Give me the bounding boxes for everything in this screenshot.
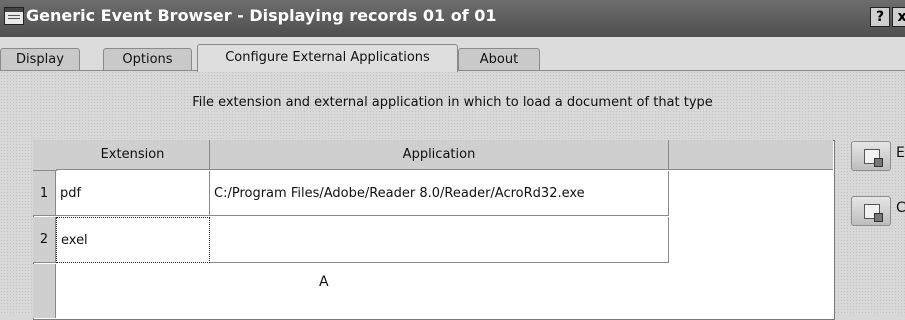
extension-cell[interactable]: pdf [56,171,210,216]
extension-cell[interactable]: exel [56,217,210,263]
column-header-application[interactable]: Application [210,140,669,170]
close-button[interactable]: x [892,7,905,27]
annotation-label: A [319,274,329,290]
tab-about[interactable]: About [458,48,540,71]
application-cell[interactable] [210,217,669,263]
edit-button[interactable] [851,141,891,171]
application-cell[interactable]: C:/Program Files/Adobe/Reader 8.0/Reader… [210,171,669,216]
help-button[interactable]: ? [870,7,890,27]
tab-configure-external-applications[interactable]: Configure External Applications [197,44,458,72]
column-header-extension[interactable]: Extension [56,140,210,170]
column-header-filler [669,140,833,170]
clear-icon [864,204,883,222]
edit-button-label: E [896,145,905,161]
panel-description: File extension and external application … [192,95,713,110]
edit-icon [864,149,883,167]
window-title: Generic Event Browser - Displaying recor… [26,6,497,25]
row-number[interactable]: 1 [33,171,56,216]
app-icon [4,7,24,25]
clear-button[interactable] [851,196,891,226]
clear-button-label: C [896,200,905,216]
row-number[interactable]: 2 [33,217,56,263]
table-corner [33,140,57,171]
tab-options[interactable]: Options [103,48,192,71]
tab-display[interactable]: Display [0,48,80,71]
row-header-empty [33,264,56,318]
tab-bar: Display Options Configure External Appli… [0,37,905,72]
title-bar: Generic Event Browser - Displaying recor… [0,0,905,38]
